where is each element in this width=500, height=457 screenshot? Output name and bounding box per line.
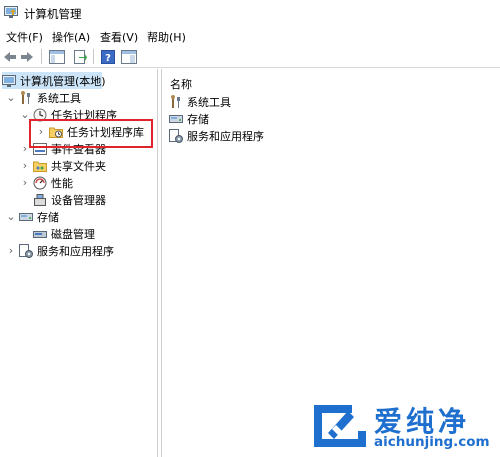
list-item-services-and-applications[interactable]: 服务和应用程序 [169,127,264,144]
storage-icon [169,112,183,126]
properties-pane-icon[interactable] [120,48,138,65]
back-arrow-icon[interactable] [3,48,17,65]
disk-management-icon [33,227,47,241]
shared-folder-icon [33,159,47,173]
services-icon [169,128,183,143]
tree-item-label: 性能 [51,176,73,190]
tree-item-label: 存储 [37,210,59,224]
chevron-down-icon[interactable]: ⌄ [6,210,16,223]
chevron-down-icon[interactable]: ⌄ [20,108,30,121]
chevron-right-icon[interactable]: › [6,244,16,257]
chevron-right-icon[interactable]: › [20,176,30,189]
window-title: 计算机管理 [24,7,82,21]
tree-item-label: 设备管理器 [51,193,106,207]
storage-icon [19,210,33,224]
watermark: 爱纯净 aichunjing.com [306,399,496,455]
list-item-label: 系统工具 [187,95,231,109]
tree-item-computer-management-local[interactable]: 计算机管理(本地) [2,72,106,89]
tree-item-label: 计算机管理(本地) [20,74,106,88]
tree-item-performance[interactable]: › 性能 [20,174,73,191]
chevron-right-icon[interactable]: › [20,159,30,172]
list-item-label: 存储 [187,112,209,126]
device-manager-icon [33,193,47,207]
menu-help[interactable]: 帮助(H) [147,29,186,45]
list-item-system-tools[interactable]: 系统工具 [169,93,231,110]
menu-action[interactable]: 操作(A) [52,29,90,45]
list-item-label: 服务和应用程序 [187,129,264,143]
services-icon [19,243,33,258]
toolbar-divider [93,49,94,64]
watermark-url: aichunjing.com [374,434,490,450]
tree-item-device-manager[interactable]: 设备管理器 [33,191,106,208]
menu-view[interactable]: 查看(V) [100,29,138,45]
list-item-storage[interactable]: 存储 [169,110,209,127]
tree-item-label: 磁盘管理 [51,227,95,241]
tree-item-system-tools[interactable]: ⌄ 系统工具 [6,89,81,106]
toolbar-divider [41,49,42,64]
help-icon[interactable]: ? [100,48,116,65]
menu-file[interactable]: 文件(F) [6,29,43,45]
annotation-highlight-box [29,119,153,148]
performance-icon [33,176,47,190]
toolbar: ? [0,45,500,68]
tree-item-storage[interactable]: ⌄ 存储 [6,208,59,225]
tree-item-services-and-applications[interactable]: › 服务和应用程序 [6,242,114,259]
forward-arrow-icon[interactable] [20,48,34,65]
computer-management-icon [2,74,16,88]
column-header-name[interactable]: 名称 [170,76,192,92]
svg-text:?: ? [105,53,111,64]
console-tree-icon[interactable] [48,48,66,65]
chevron-down-icon[interactable]: ⌄ [6,91,16,104]
tools-icon [169,94,183,109]
computer-management-icon [4,6,18,19]
tree-item-label: 系统工具 [37,91,81,105]
tree-item-label: 服务和应用程序 [37,244,114,258]
tree-item-disk-management[interactable]: 磁盘管理 [33,225,95,242]
tree-item-shared-folders[interactable]: › 共享文件夹 [20,157,106,174]
tools-icon [19,90,33,105]
title-bar: 计算机管理 [0,0,500,26]
export-list-icon[interactable] [72,48,88,65]
watermark-logo-icon [308,401,366,447]
tree-item-label: 共享文件夹 [51,159,106,173]
menu-bar: 文件(F) 操作(A) 查看(V) 帮助(H) [0,26,500,45]
